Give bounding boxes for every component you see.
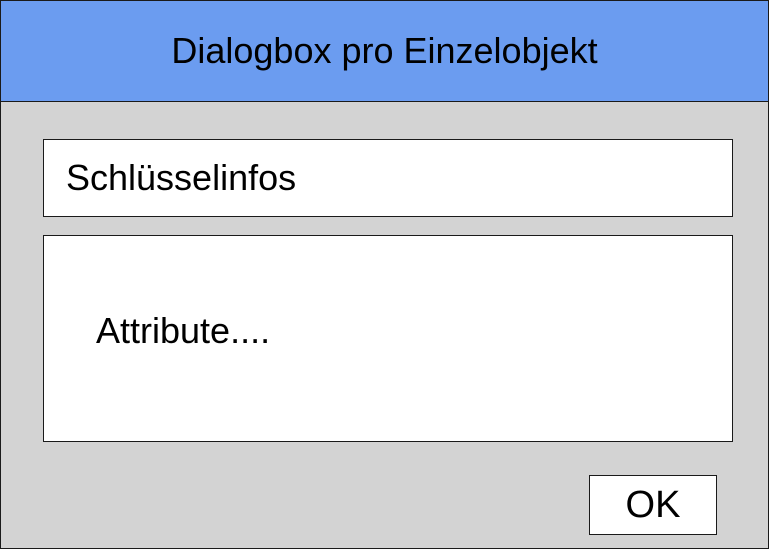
ok-button[interactable]: OK	[589, 475, 717, 535]
dialog-title: Dialogbox pro Einzelobjekt	[171, 30, 598, 71]
dialog-title-bar: Dialogbox pro Einzelobjekt	[1, 1, 768, 102]
single-object-dialog: Dialogbox pro Einzelobjekt Schlüsselinfo…	[0, 0, 769, 549]
attributes-label: Attribute....	[96, 310, 271, 351]
attributes-panel: Attribute....	[43, 235, 733, 442]
key-info-panel: Schlüsselinfos	[43, 139, 733, 217]
key-info-label: Schlüsselinfos	[66, 157, 297, 198]
